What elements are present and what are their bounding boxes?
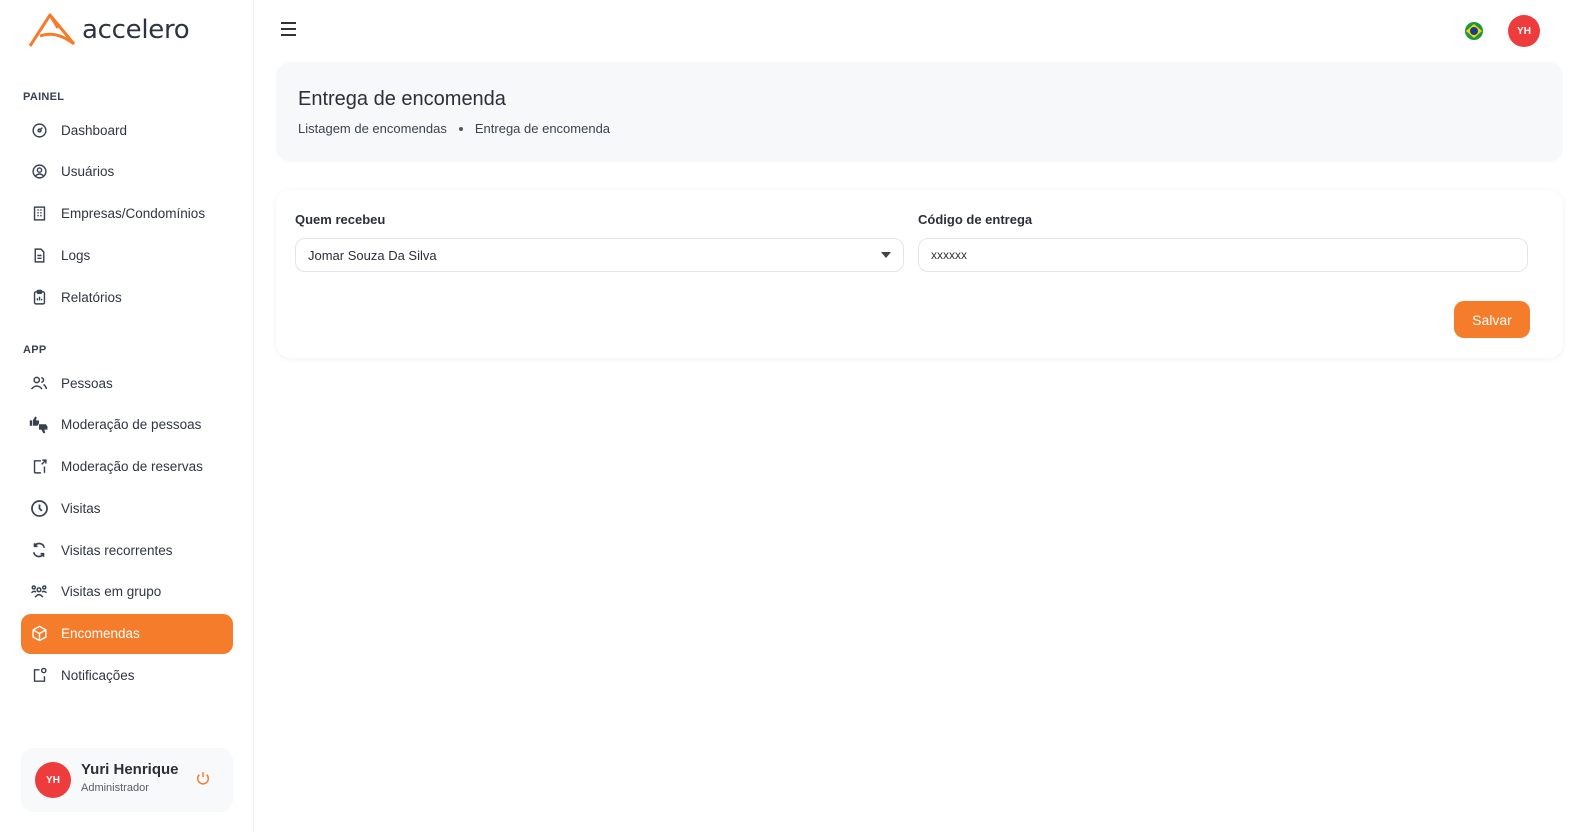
sidebar-item-visitas-grupo[interactable]: Visitas em grupo bbox=[21, 572, 233, 612]
brand-name: accelero bbox=[82, 15, 190, 45]
sidebar-item-label: Moderação de pessoas bbox=[61, 417, 202, 433]
sidebar-item-empresas[interactable]: Empresas/Condomínios bbox=[21, 194, 233, 234]
breadcrumb-current: Entrega de encomenda bbox=[474, 121, 611, 136]
sidebar: accelero PAINEL Dashboard Usuários Empre… bbox=[0, 0, 254, 832]
sidebar-item-label: Moderação de reservas bbox=[61, 459, 203, 475]
sidebar-item-notificacoes[interactable]: Notificações bbox=[21, 656, 233, 696]
package-icon bbox=[29, 624, 49, 644]
delivery-form: Quem recebeu Jomar Souza Da Silva Código… bbox=[276, 190, 1563, 358]
sidebar-item-usuarios[interactable]: Usuários bbox=[21, 152, 233, 192]
sidebar-item-label: Visitas em grupo bbox=[61, 584, 162, 600]
nav-app: Pessoas Moderação de pessoas Moderação d… bbox=[21, 363, 233, 697]
sidebar-item-label: Visitas bbox=[61, 500, 101, 516]
receiver-label: Quem recebeu bbox=[295, 212, 386, 227]
user-role: Administrador bbox=[81, 782, 149, 794]
sidebar-item-label: Relatórios bbox=[61, 289, 122, 305]
sidebar-item-logs[interactable]: Logs bbox=[21, 235, 233, 275]
breadcrumb: Listagem de encomendas Entrega de encome… bbox=[298, 121, 610, 136]
brazil-flag-icon[interactable] bbox=[1464, 21, 1484, 46]
user-card: YH Yuri Henrique Administrador bbox=[21, 748, 233, 812]
section-title-app: APP bbox=[23, 344, 47, 356]
breadcrumb-link[interactable]: Listagem de encomendas bbox=[298, 121, 447, 136]
receiver-selected-value: Jomar Souza Da Silva bbox=[308, 247, 437, 263]
user-circle-icon bbox=[29, 162, 49, 182]
sidebar-item-moderacao-reservas[interactable]: Moderação de reservas bbox=[21, 447, 233, 487]
sidebar-item-dashboard[interactable]: Dashboard bbox=[21, 110, 233, 150]
building-icon bbox=[29, 204, 49, 224]
thumbs-icon bbox=[29, 415, 49, 435]
dashboard-icon bbox=[29, 120, 49, 140]
caret-down-icon bbox=[881, 252, 891, 258]
group-icon bbox=[29, 582, 49, 602]
notification-icon bbox=[29, 666, 49, 686]
code-input[interactable] bbox=[931, 248, 1527, 262]
nav-painel: Dashboard Usuários Empresas/Condomínios … bbox=[21, 110, 233, 319]
sidebar-item-label: Visitas recorrentes bbox=[61, 542, 173, 558]
sidebar-item-visitas[interactable]: Visitas bbox=[21, 488, 233, 528]
breadcrumb-separator bbox=[458, 126, 463, 131]
brand-logo[interactable]: accelero bbox=[28, 12, 190, 48]
save-button[interactable]: Salvar bbox=[1454, 301, 1530, 338]
top-avatar[interactable]: YH bbox=[1508, 15, 1540, 47]
sidebar-item-label: Empresas/Condomínios bbox=[61, 206, 206, 222]
code-label: Código de entrega bbox=[918, 212, 1033, 227]
clipboard-icon bbox=[29, 287, 49, 307]
user-name: Yuri Henrique bbox=[81, 761, 179, 778]
power-icon[interactable] bbox=[195, 770, 211, 791]
clock-icon bbox=[29, 498, 49, 518]
people-icon bbox=[29, 373, 49, 393]
receiver-select[interactable]: Jomar Souza Da Silva bbox=[295, 238, 904, 272]
sidebar-item-label: Pessoas bbox=[61, 375, 113, 391]
sidebar-item-relatorios[interactable]: Relatórios bbox=[21, 277, 233, 317]
sidebar-item-label: Dashboard bbox=[61, 122, 128, 138]
sidebar-item-label: Notificações bbox=[61, 668, 135, 684]
section-title-painel: PAINEL bbox=[23, 91, 65, 103]
sidebar-item-label: Usuários bbox=[61, 164, 115, 180]
page-title: Entrega de encomenda bbox=[298, 88, 506, 110]
sidebar-item-label: Logs bbox=[61, 247, 91, 263]
code-field[interactable] bbox=[918, 238, 1528, 272]
sidebar-item-encomendas[interactable]: Encomendas bbox=[21, 613, 233, 654]
page-header: Entrega de encomenda Listagem de encomen… bbox=[276, 62, 1563, 162]
door-icon bbox=[29, 457, 49, 477]
sidebar-item-pessoas[interactable]: Pessoas bbox=[21, 363, 233, 403]
sidebar-item-moderacao-pessoas[interactable]: Moderação de pessoas bbox=[21, 405, 233, 445]
hamburger-menu-icon[interactable] bbox=[281, 22, 301, 38]
document-icon bbox=[29, 245, 49, 265]
sidebar-item-label: Encomendas bbox=[61, 626, 140, 642]
refresh-icon bbox=[29, 540, 49, 560]
sidebar-item-visitas-recorrentes[interactable]: Visitas recorrentes bbox=[21, 530, 233, 570]
logo-mark-icon bbox=[28, 13, 76, 47]
avatar[interactable]: YH bbox=[35, 762, 71, 798]
